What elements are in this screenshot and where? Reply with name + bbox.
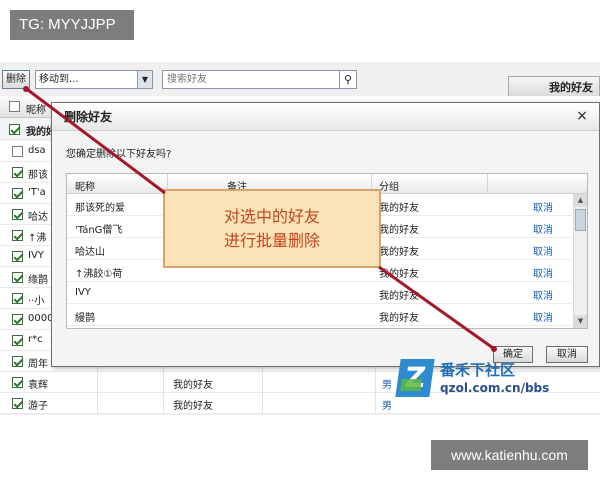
site-logo: Z 番禾下社区 qzol.com.cn/bbs — [395, 359, 598, 415]
qq-friend-manager: 删除 移动到... ▼ ⚲ 我的好友 昵称 我的好友dsa那该'T'a哈达↑沸I… — [0, 62, 600, 415]
arrow-dot-delete — [23, 86, 29, 92]
logo-chinese-text: 番禾下社区 — [440, 361, 516, 379]
watermark-top: TG: MYYJJPP — [10, 10, 134, 40]
arrow-to-delete-button — [27, 88, 166, 195]
logo-url-text: qzol.com.cn/bbs — [440, 381, 550, 395]
arrow-dot-confirm — [491, 346, 497, 352]
watermark-bottom: www.katienhu.com — [431, 440, 588, 470]
logo-z-icon: Z — [395, 359, 435, 397]
arrow-to-confirm-button — [378, 265, 494, 350]
